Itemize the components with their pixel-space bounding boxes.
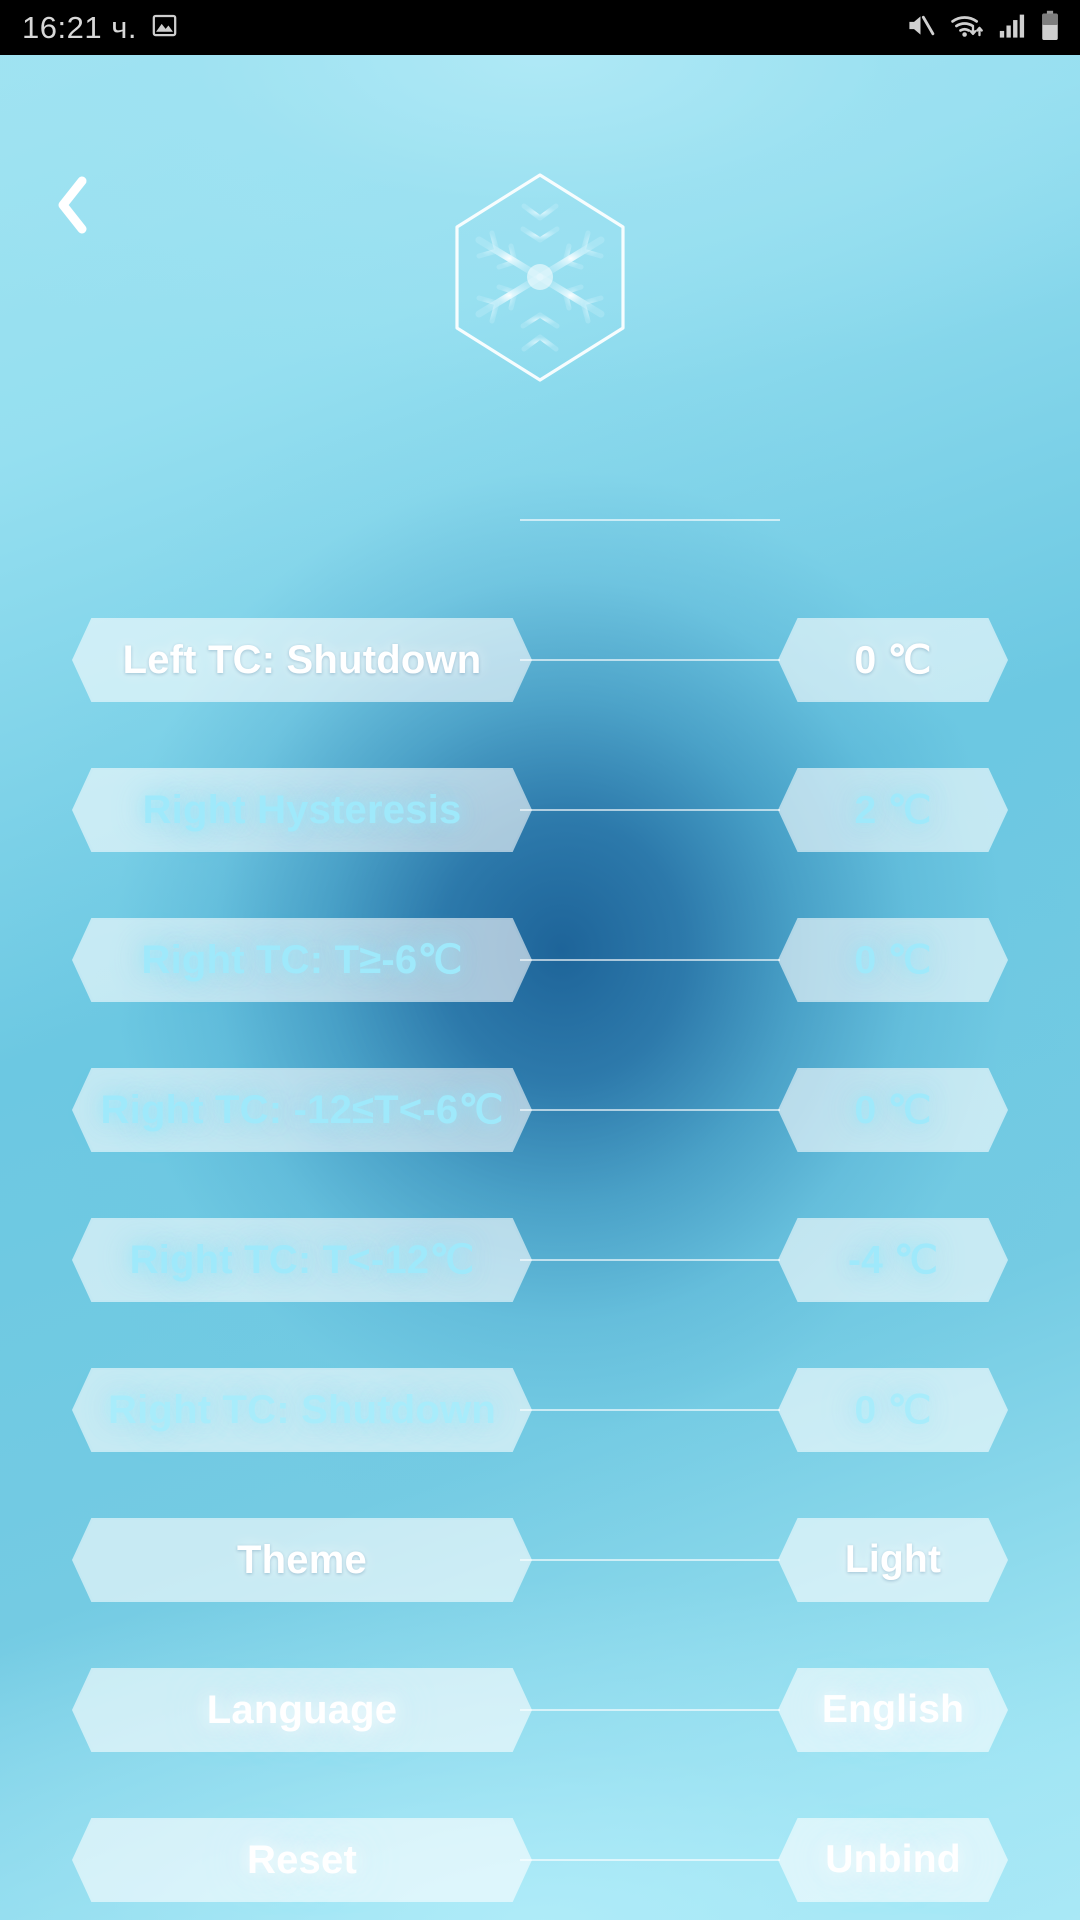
setting-value-text: 0 ℃ <box>854 1388 932 1432</box>
signal-icon <box>998 11 1027 45</box>
setting-label-text: Reset <box>247 1837 357 1882</box>
settings-row: Right Hysteresis 2 ℃ <box>0 735 1080 885</box>
chevron-left-icon <box>58 176 87 234</box>
setting-value-button[interactable]: 2 ℃ <box>778 768 1008 852</box>
settings-row: Right TC: -12≤T<-6℃ 0 ℃ <box>0 1035 1080 1185</box>
status-clock: 16:21 ч. <box>22 10 137 45</box>
setting-value-text: 0 ℃ <box>854 938 932 982</box>
settings-row: Right TC: Shutdown 0 ℃ <box>0 1335 1080 1485</box>
mute-icon <box>905 10 936 46</box>
status-bar-right <box>905 10 1080 46</box>
settings-row: Right TC: T≥-6℃ 0 ℃ <box>0 885 1080 1035</box>
setting-value-button[interactable]: 0 ℃ <box>778 918 1008 1002</box>
setting-label-button[interactable]: Left TC: Shutdown <box>72 618 532 702</box>
snowflake-hexagon-icon <box>455 173 625 382</box>
row-connector-line <box>520 1709 780 1711</box>
setting-value-button[interactable]: English <box>778 1668 1008 1752</box>
row-connector-line <box>520 1859 780 1861</box>
setting-label-button[interactable]: Theme <box>72 1518 532 1602</box>
row-connector-line <box>520 1259 780 1261</box>
setting-value-text: 0 ℃ <box>854 1088 932 1132</box>
settings-row: Reset Unbind <box>0 1785 1080 1920</box>
setting-value-button[interactable]: 0 ℃ <box>778 1068 1008 1152</box>
setting-label-button[interactable]: Right TC: Shutdown <box>72 1368 532 1452</box>
row-connector-line <box>520 1409 780 1411</box>
setting-value-button[interactable]: 0 ℃ <box>778 1368 1008 1452</box>
setting-value-text: English <box>821 1688 965 1731</box>
back-button[interactable] <box>30 160 116 250</box>
settings-row: Language English <box>0 1635 1080 1785</box>
setting-label-button[interactable]: Reset <box>72 1818 532 1902</box>
settings-row: Theme Light <box>0 1485 1080 1635</box>
setting-label-text: Right Hysteresis <box>142 787 462 832</box>
setting-value-button[interactable]: Unbind <box>778 1818 1008 1902</box>
setting-value-text: 0 ℃ <box>854 638 932 682</box>
setting-label-button[interactable]: Right Hysteresis <box>72 768 532 852</box>
row-connector-line <box>520 1109 780 1111</box>
app-root: 16:21 ч. Left TC: Shutdown 0 ℃ Right Hys… <box>0 0 1080 1920</box>
setting-value-button[interactable]: Light <box>778 1518 1008 1602</box>
setting-label-text: Right TC: -12≤T<-6℃ <box>100 1088 504 1132</box>
row-connector-line <box>520 1559 780 1561</box>
wifi-icon <box>949 10 985 46</box>
status-bar: 16:21 ч. <box>0 0 1080 55</box>
row-connector-line <box>520 519 780 521</box>
settings-row: Left TC: T<-12℃0 ℃ <box>0 455 1080 585</box>
setting-value-text: Light <box>844 1538 942 1581</box>
battery-icon <box>1040 10 1060 46</box>
setting-label-button[interactable]: Right TC: T<-12℃ <box>72 1218 532 1302</box>
setting-label-text: Left TC: Shutdown <box>122 637 482 682</box>
setting-value-button[interactable]: 0 ℃ <box>778 618 1008 702</box>
row-connector-line <box>520 959 780 961</box>
row-connector-line <box>520 809 780 811</box>
setting-value-text: Unbind <box>825 1838 961 1881</box>
setting-value-text: -4 ℃ <box>847 1238 939 1282</box>
status-bar-left: 16:21 ч. <box>0 12 178 44</box>
setting-label-text: Right TC: T<-12℃ <box>129 1238 475 1282</box>
page-header <box>0 55 1080 455</box>
settings-row: Left TC: Shutdown 0 ℃ <box>0 585 1080 735</box>
setting-value-text: 2 ℃ <box>854 788 932 832</box>
setting-label-text: Theme <box>237 1537 367 1582</box>
setting-label-button[interactable]: Right TC: -12≤T<-6℃ <box>72 1068 532 1152</box>
settings-list: Left TC: T<-12℃0 ℃Left TC: Shutdown0 ℃Ri… <box>0 455 1080 1920</box>
app-logo <box>445 170 635 385</box>
setting-label-text: Right TC: T≥-6℃ <box>141 938 463 982</box>
image-icon <box>151 12 178 44</box>
setting-label-text: Right TC: Shutdown <box>108 1387 496 1432</box>
settings-row: Right TC: T<-12℃ -4 ℃ <box>0 1185 1080 1335</box>
row-connector-line <box>520 659 780 661</box>
setting-label-button[interactable]: Right TC: T≥-6℃ <box>72 918 532 1002</box>
setting-label-text: Language <box>206 1687 398 1732</box>
setting-value-button[interactable]: -4 ℃ <box>778 1218 1008 1302</box>
setting-label-button[interactable]: Language <box>72 1668 532 1752</box>
